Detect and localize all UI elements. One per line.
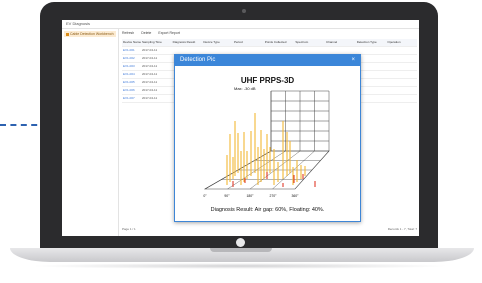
table-cell: EV1-003 (123, 64, 135, 68)
table-cell: 2017-04-11 (142, 80, 158, 84)
table-cell (325, 47, 356, 54)
table-cell (386, 55, 417, 62)
pager-info[interactable]: Page 1 / 1 (122, 227, 136, 231)
table-header-cell[interactable]: Operation (386, 39, 417, 46)
table-header-cell[interactable]: Period (233, 39, 264, 46)
table-cell: EV1-006 (123, 88, 135, 92)
table-cell: 2017-04-11 (142, 88, 158, 92)
pager: Page 1 / 1 Records 1 - 7, Total: 7 (122, 226, 417, 232)
toolbar: Refresh Delete Export Report (122, 30, 186, 36)
x-tick-label: 180° (246, 194, 254, 198)
table-header-cell[interactable]: Diagnosis Result (172, 39, 203, 46)
x-tick-label: 0° (203, 194, 207, 198)
delete-button[interactable]: Delete (141, 31, 151, 35)
detection-modal: Detection Pic × UHF PRPS-3D Max: -30 dB … (174, 54, 361, 222)
table-cell: 2017-04-11 (142, 64, 158, 68)
table-header-cell[interactable]: Device Name (122, 39, 141, 46)
table-cell: EV1-007 (123, 96, 135, 100)
close-icon[interactable]: × (351, 55, 355, 66)
table-cell (233, 47, 264, 54)
table-cell: 2017-04-11 (142, 48, 158, 52)
laptop-notch (210, 248, 272, 252)
table-cell (202, 47, 233, 54)
sidebar: Cable Detection Workbench (62, 29, 119, 236)
export-button[interactable]: Export Report (158, 31, 180, 35)
table-cell (264, 47, 295, 54)
pager-total: Records 1 - 7, Total: 7 (387, 227, 417, 231)
laptop-home-indicator (236, 238, 245, 247)
table-header-cell[interactable]: Sampling Time (141, 39, 172, 46)
modal-title: Detection Pic (180, 57, 216, 63)
refresh-button[interactable]: Refresh (122, 31, 134, 35)
table-cell: EV1-004 (123, 72, 135, 76)
table-header-cell[interactable]: Spectrum (294, 39, 325, 46)
table-cell (386, 87, 417, 94)
diagnosis-result: Diagnosis Result: Air gap: 60%, Floating… (210, 207, 325, 213)
sidebar-item-label: Cable Detection Workbench (70, 32, 114, 36)
laptop-shadow (30, 263, 450, 269)
table-cell (386, 47, 417, 54)
table-cell (386, 95, 417, 102)
table-header-cell[interactable]: Device Type (202, 39, 233, 46)
table-header-cell[interactable]: Detection Type (356, 39, 387, 46)
table-cell: EV1-005 (123, 80, 135, 84)
table-cell (386, 63, 417, 70)
x-tick-label: 270° (269, 194, 277, 198)
table-header: Device Name Sampling Time Diagnosis Result… (122, 39, 417, 47)
table-cell: EV1-002 (123, 56, 135, 60)
modal-header: Detection Pic × (175, 55, 360, 66)
x-tick-label: 360° (291, 194, 299, 198)
app-titlebar: EV Diagnosis (62, 20, 419, 29)
table-cell (294, 47, 325, 54)
laptop-camera (242, 9, 246, 13)
app-title: EV Diagnosis (66, 21, 91, 26)
x-tick-label: 90° (224, 194, 230, 198)
prps-3d-chart: 0° 90° 180° 270° 360° (203, 90, 330, 198)
sidebar-item-workbench[interactable]: Cable Detection Workbench (64, 31, 116, 37)
table-cell: 2017-04-11 (142, 96, 158, 100)
table-header-cell[interactable]: Channel (325, 39, 356, 46)
table-header-cell[interactable]: Points Collected (264, 39, 295, 46)
table-cell (386, 71, 417, 78)
table-cell (172, 47, 203, 54)
table-cell: 2017-04-11 (142, 72, 158, 76)
table-cell (386, 79, 417, 86)
app-screen: EV Diagnosis Cable Detection Workbench R… (62, 20, 419, 236)
table-cell: 2017-04-11 (142, 56, 158, 60)
folder-icon (66, 32, 69, 36)
table-cell: EV1-001 (123, 48, 135, 52)
chart-title: UHF PRPS-3D (240, 76, 295, 85)
table-cell (356, 47, 387, 54)
